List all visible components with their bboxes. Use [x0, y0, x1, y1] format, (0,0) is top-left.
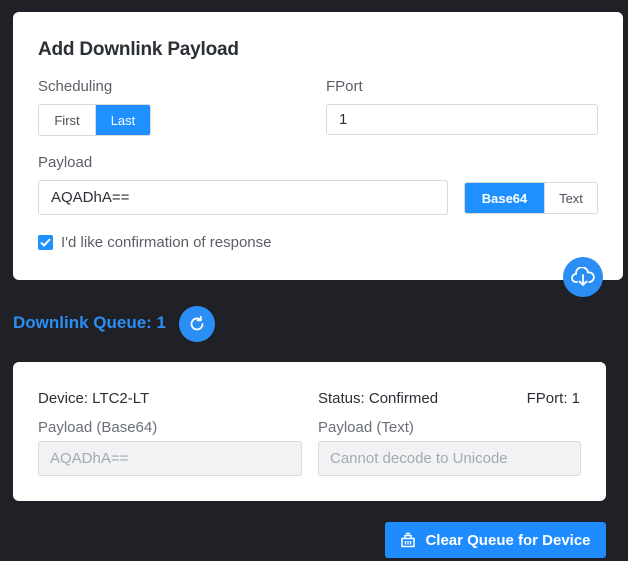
- cloud-download-button[interactable]: [563, 257, 603, 297]
- refresh-queue-button[interactable]: [179, 306, 215, 342]
- scheduling-first-button[interactable]: First: [39, 105, 95, 135]
- confirmation-label: I'd like confirmation of response: [61, 234, 272, 251]
- queue-status: Status: Confirmed: [318, 390, 439, 407]
- encoding-base64-button[interactable]: Base64: [465, 183, 544, 213]
- payload-label: Payload: [38, 154, 93, 171]
- add-downlink-payload-card: Add Downlink Payload Scheduling First La…: [13, 12, 623, 280]
- confirmation-row: I'd like confirmation of response: [38, 234, 271, 251]
- payload-text-label: Payload (Text): [318, 419, 414, 436]
- payload-base64-field: AQADhA==: [38, 441, 302, 476]
- scheduling-last-button[interactable]: Last: [95, 105, 150, 135]
- check-icon: [40, 238, 51, 247]
- refresh-icon: [190, 315, 204, 331]
- confirmation-checkbox[interactable]: [38, 235, 53, 250]
- clear-queue-label: Clear Queue for Device: [425, 531, 591, 549]
- scheduling-label: Scheduling: [38, 78, 113, 95]
- payload-text-field: Cannot decode to Unicode: [318, 441, 581, 476]
- downlink-queue-title: Downlink Queue: 1: [13, 313, 167, 332]
- encoding-toggle: Base64 Text: [464, 182, 598, 214]
- fport-label: FPort: [326, 78, 363, 95]
- clear-queue-button[interactable]: Clear Queue for Device: [385, 522, 606, 558]
- clear-queue-icon: [401, 532, 416, 548]
- add-payload-title: Add Downlink Payload: [38, 39, 239, 60]
- encoding-text-button[interactable]: Text: [544, 183, 597, 213]
- fport-input[interactable]: 1: [326, 104, 598, 135]
- queue-device: Device: LTC2-LT: [38, 390, 150, 407]
- cloud-download-icon: [571, 267, 595, 286]
- queue-fport: FPort: 1: [526, 390, 580, 407]
- payload-base64-label: Payload (Base64): [38, 419, 158, 436]
- queue-item-card: Device: LTC2-LT Status: Confirmed FPort:…: [13, 362, 606, 501]
- scheduling-toggle: First Last: [38, 104, 151, 136]
- payload-input[interactable]: AQADhA==: [38, 180, 448, 215]
